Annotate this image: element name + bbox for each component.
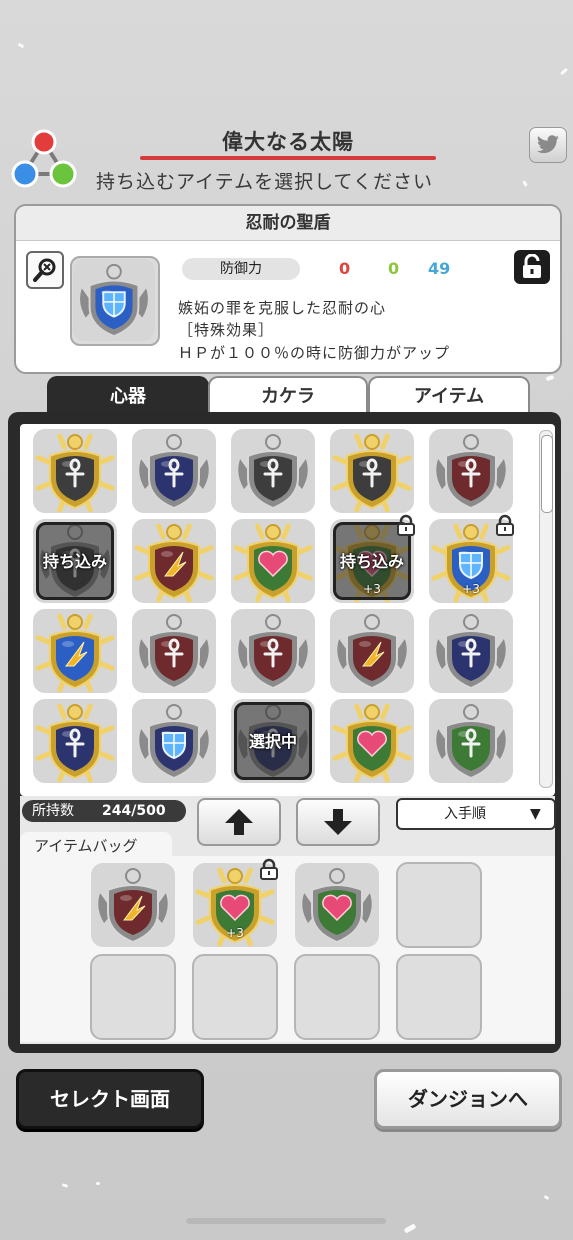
inventory-item[interactable] [329, 698, 415, 784]
tab-kakera[interactable]: カケラ [208, 376, 368, 416]
emblem-icon [231, 429, 315, 513]
emblem-icon [330, 699, 414, 783]
description-line: 嫉妬の罪を克服した忍耐の心 [178, 299, 387, 317]
selected-item-emblem [70, 256, 160, 346]
emblem-icon [330, 429, 414, 513]
emblem-icon [429, 429, 513, 513]
bag-empty-slot[interactable] [396, 862, 482, 948]
inventory-item[interactable]: 選択中 [230, 698, 316, 784]
lock-icon [523, 254, 541, 278]
lock-icon [494, 514, 516, 536]
emblem-icon [33, 699, 117, 783]
to-dungeon-button[interactable]: ダンジョンへ [374, 1069, 562, 1129]
inventory-panel: 持ち込み 持ち込み +3 +3 選択中 所持数 244/500 入手順 ▼ アイ… [8, 412, 561, 1053]
stat-value-green: 0 [388, 259, 400, 278]
bag-empty-slot[interactable] [90, 954, 176, 1040]
instruction-text: 持ち込むアイテムを選択してください [96, 171, 433, 193]
inventory-item[interactable] [230, 518, 316, 604]
tab-item[interactable]: アイテム [368, 376, 530, 416]
inventory-item[interactable] [329, 608, 415, 694]
title-underline [140, 156, 436, 160]
arrow-up-icon [225, 809, 253, 835]
bag-empty-slot[interactable] [192, 954, 278, 1040]
inventory-item[interactable]: +3 [428, 514, 514, 604]
scrollbar-thumb[interactable] [541, 435, 553, 513]
emblem-icon [132, 429, 216, 513]
status-label: 持ち込み [339, 552, 404, 571]
app-logo-icon [10, 128, 78, 192]
inventory-item[interactable] [131, 518, 217, 604]
zoom-out-icon [33, 258, 56, 282]
description-line: ［特殊効果］ [178, 321, 275, 339]
inventory-item[interactable]: 持ち込み +3 [329, 514, 415, 604]
inventory-item[interactable] [32, 698, 118, 784]
inventory-item[interactable] [329, 428, 415, 514]
inventory-item[interactable] [428, 428, 514, 514]
item-name: 忍耐の聖盾 [16, 206, 560, 241]
emblem-icon [91, 863, 175, 947]
item-detail-card: 忍耐の聖盾 防御力 0 0 49 嫉妬の罪を克服した忍耐の心 ［特殊効果］ ＨＰ… [14, 204, 562, 374]
stat-value-blue: 49 [428, 259, 451, 278]
inventory-grid[interactable]: 持ち込み 持ち込み +3 +3 選択中 [20, 424, 555, 796]
select-screen-button[interactable]: セレクト画面 [16, 1069, 204, 1129]
bag-empty-slot[interactable] [294, 954, 380, 1040]
emblem-icon [429, 609, 513, 693]
inventory-item[interactable] [131, 608, 217, 694]
owned-count-label: 所持数 [32, 803, 74, 819]
enhance-level: +3 [363, 582, 381, 596]
home-indicator [186, 1218, 386, 1224]
stage-title: 偉大なる太陽 [222, 130, 354, 154]
caret-down-icon: ▼ [530, 806, 541, 822]
emblem-icon [231, 519, 315, 603]
bag-empty-slot[interactable] [396, 954, 482, 1040]
sort-order-select[interactable]: 入手順 ▼ [396, 798, 556, 830]
twitter-share-button[interactable] [529, 127, 567, 163]
inventory-item[interactable] [131, 698, 217, 784]
item-bag: +3 [20, 856, 555, 1042]
status-label: 選択中 [248, 732, 297, 751]
emblem-icon [295, 863, 379, 947]
tab-shinki[interactable]: 心器 [47, 376, 209, 416]
lock-icon [395, 514, 417, 536]
stat-value-red: 0 [339, 259, 351, 278]
owned-count-value: 244/500 [102, 803, 166, 819]
enhance-level: +3 [226, 926, 244, 940]
description-line: ＨＰが１００％の時に防御力がアップ [178, 344, 451, 362]
zoom-button[interactable] [26, 251, 64, 289]
inventory-item[interactable] [428, 608, 514, 694]
inventory-item[interactable] [428, 698, 514, 784]
stat-label: 防御力 [182, 258, 300, 280]
lock-toggle-button[interactable] [514, 250, 550, 284]
owned-count-badge: 所持数 244/500 [22, 800, 186, 822]
bag-item[interactable] [294, 862, 380, 948]
inventory-item[interactable] [230, 608, 316, 694]
move-down-button[interactable] [296, 798, 380, 846]
emblem-icon [33, 429, 117, 513]
bag-item[interactable]: +3 [192, 858, 278, 948]
inventory-scrollbar[interactable] [539, 430, 553, 788]
inventory-item[interactable] [32, 608, 118, 694]
emblem-icon [429, 699, 513, 783]
emblem-icon [132, 699, 216, 783]
emblem-icon [330, 609, 414, 693]
inventory-controls: 所持数 244/500 入手順 ▼ アイテムバッグ +3 [20, 796, 556, 1044]
status-label: 持ち込み [42, 552, 107, 571]
emblem-icon [132, 519, 216, 603]
emblem-icon [132, 609, 216, 693]
twitter-icon [537, 135, 559, 154]
inventory-item[interactable] [131, 428, 217, 514]
inventory-item[interactable] [230, 428, 316, 514]
inventory-item[interactable] [32, 428, 118, 514]
lock-icon [258, 858, 280, 880]
move-up-button[interactable] [197, 798, 281, 846]
emblem-icon [33, 609, 117, 693]
enhance-level: +3 [462, 582, 480, 596]
arrow-down-icon [324, 809, 352, 835]
inventory-item[interactable]: 持ち込み [32, 518, 118, 604]
sort-order-value: 入手順 [444, 806, 486, 822]
item-bag-label: アイテムバッグ [20, 832, 172, 858]
bag-item[interactable] [90, 862, 176, 948]
emblem-icon [231, 609, 315, 693]
